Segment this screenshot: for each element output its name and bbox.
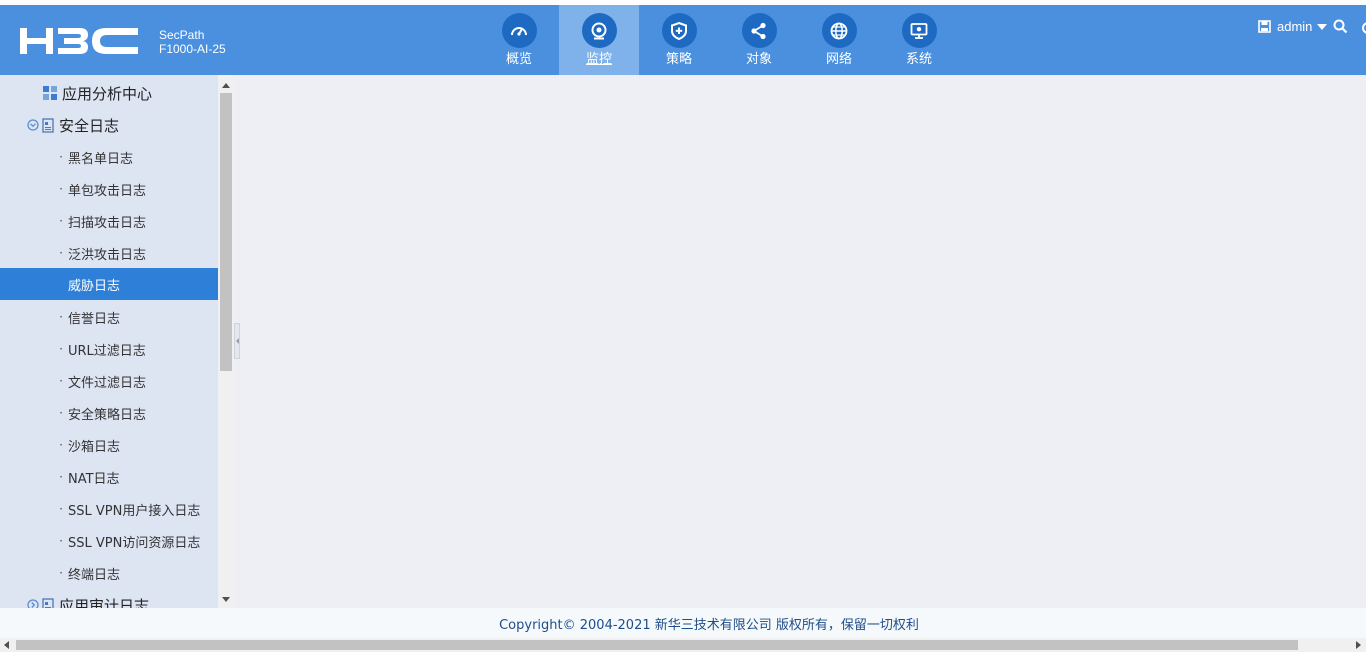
sidebar-item-file-filter-log[interactable]: · 文件过滤日志 bbox=[0, 365, 218, 397]
sidebar-item-single-packet-attack-log[interactable]: · 单包攻击日志 bbox=[0, 173, 218, 205]
bullet-dot: · bbox=[59, 214, 63, 228]
grid-tiles-icon bbox=[43, 86, 57, 100]
shield-plus-icon bbox=[661, 13, 697, 48]
sidebar-item-label: 单包攻击日志 bbox=[68, 183, 147, 199]
scroll-down-arrow-icon[interactable] bbox=[222, 597, 230, 602]
product-line2: F1000-AI-25 bbox=[159, 42, 226, 56]
sidebar-item-app-analysis[interactable]: 应用分析中心 bbox=[0, 77, 218, 109]
document-log-icon bbox=[42, 597, 54, 608]
bullet-dot: · bbox=[59, 470, 63, 484]
sidebar-item-scan-attack-log[interactable]: · 扫描攻击日志 bbox=[0, 205, 218, 237]
gear-icon[interactable] bbox=[1361, 21, 1366, 35]
footer: Copyright© 2004-2021 新华三技术有限公司 版权所有，保留一切… bbox=[0, 608, 1366, 638]
sidebar-item-sandbox-log[interactable]: · 沙箱日志 bbox=[0, 429, 218, 461]
nav-network[interactable]: 网络 bbox=[799, 5, 879, 75]
nav-network-label: 网络 bbox=[825, 52, 852, 67]
nav-system-label: 系统 bbox=[905, 52, 932, 67]
sidebar-scrollbar-thumb[interactable] bbox=[220, 93, 232, 371]
nav-policy-label: 策略 bbox=[665, 52, 692, 67]
bullet-dot: · bbox=[59, 438, 63, 452]
sidebar-item-security-policy-log[interactable]: · 安全策略日志 bbox=[0, 397, 218, 429]
sidebar-item-label: 安全策略日志 bbox=[68, 407, 147, 423]
sidebar-item-label: 扫描攻击日志 bbox=[68, 215, 147, 231]
nav-monitor-label: 监控 bbox=[585, 52, 612, 67]
chevron-left-icon bbox=[235, 338, 239, 344]
webcam-monitor-icon bbox=[581, 13, 617, 48]
sidebar-item-blacklist-log[interactable]: · 黑名单日志 bbox=[0, 141, 218, 173]
dashboard-gauge-icon bbox=[501, 13, 537, 48]
bullet-dot: · bbox=[59, 566, 63, 580]
bullet-dot: · bbox=[59, 310, 63, 324]
sidebar-item-label: 终端日志 bbox=[68, 567, 121, 583]
sidebar-item-label: 文件过滤日志 bbox=[68, 375, 147, 391]
sidebar-item-app-audit-log[interactable]: 应用审计日志 bbox=[0, 589, 218, 608]
sidebar-item-nat-log[interactable]: · NAT日志 bbox=[0, 461, 218, 493]
product-line1: SecPath bbox=[159, 28, 205, 42]
sidebar-item-label: SSL VPN访问资源日志 bbox=[68, 535, 201, 551]
sidebar-item-label: 安全日志 bbox=[59, 116, 120, 135]
document-log-icon bbox=[42, 117, 54, 133]
collapse-circle-icon[interactable] bbox=[27, 119, 39, 131]
sidebar-item-reputation-log[interactable]: · 信誉日志 bbox=[0, 301, 218, 333]
sidebar-item-label: 沙箱日志 bbox=[68, 439, 121, 455]
main-content-area bbox=[240, 75, 1366, 608]
sidebar-item-label: 黑名单日志 bbox=[68, 151, 134, 167]
sidebar-item-label: 泛洪攻击日志 bbox=[68, 247, 147, 263]
save-icon[interactable] bbox=[1258, 20, 1271, 33]
sidebar-item-label: 信誉日志 bbox=[68, 311, 121, 327]
sidebar-item-label: 应用审计日志 bbox=[59, 596, 150, 609]
expand-circle-icon[interactable] bbox=[27, 599, 39, 608]
bullet-dot: · bbox=[59, 182, 63, 196]
bullet-dot: · bbox=[59, 150, 63, 164]
horizontal-scrollbar-thumb[interactable] bbox=[16, 640, 1298, 650]
bullet-dot: · bbox=[59, 246, 63, 260]
sidebar-item-threat-log[interactable]: 威胁日志 bbox=[0, 268, 218, 300]
main-nav: 概览 监控 策略 对象 网络 系统 bbox=[479, 5, 959, 75]
sidebar-item-label: NAT日志 bbox=[68, 471, 120, 487]
sidebar-item-url-filter-log[interactable]: · URL过滤日志 bbox=[0, 333, 218, 365]
nav-objects-label: 对象 bbox=[745, 52, 772, 67]
nav-monitor[interactable]: 监控 bbox=[559, 5, 639, 75]
sidebar-scrollbar[interactable] bbox=[218, 75, 234, 608]
scroll-right-arrow-icon[interactable] bbox=[1356, 641, 1361, 649]
user-name[interactable]: admin bbox=[1277, 19, 1312, 34]
bullet-dot: · bbox=[59, 502, 63, 516]
nav-overview[interactable]: 概览 bbox=[479, 5, 559, 75]
sidebar-item-label: 应用分析中心 bbox=[62, 84, 153, 103]
user-area: admin bbox=[1258, 19, 1348, 34]
copyright-text: Copyright© 2004-2021 新华三技术有限公司 版权所有，保留一切… bbox=[499, 617, 919, 633]
search-icon[interactable] bbox=[1333, 19, 1348, 34]
bullet-dot: · bbox=[59, 342, 63, 356]
computer-screen-icon bbox=[901, 13, 937, 48]
sidebar-item-terminal-log[interactable]: · 终端日志 bbox=[0, 557, 218, 589]
sidebar-item-label: 威胁日志 bbox=[68, 278, 121, 294]
sidebar-item-flood-attack-log[interactable]: · 泛洪攻击日志 bbox=[0, 237, 218, 269]
sidebar-item-sslvpn-resource-log[interactable]: · SSL VPN访问资源日志 bbox=[0, 525, 218, 557]
globe-icon bbox=[821, 13, 857, 48]
nav-policy[interactable]: 策略 bbox=[639, 5, 719, 75]
bullet-dot: · bbox=[59, 406, 63, 420]
nav-overview-label: 概览 bbox=[505, 52, 532, 67]
scroll-left-arrow-icon[interactable] bbox=[4, 641, 9, 649]
sidebar-item-sslvpn-access-log[interactable]: · SSL VPN用户接入日志 bbox=[0, 493, 218, 525]
sidebar-item-security-log[interactable]: 安全日志 bbox=[0, 109, 218, 141]
scroll-up-arrow-icon[interactable] bbox=[222, 83, 230, 88]
bullet-dot: · bbox=[59, 374, 63, 388]
product-name: SecPath F1000-AI-25 bbox=[159, 28, 226, 56]
top-header: SecPath F1000-AI-25 概览 监控 策略 对象 网络 系统 ad… bbox=[0, 5, 1366, 75]
chevron-down-icon[interactable] bbox=[1317, 23, 1328, 30]
bullet-dot: · bbox=[59, 534, 63, 548]
sidebar-menu: 应用分析中心 安全日志 · 黑名单日志 · 单包攻击日志 · 扫描攻击日志 · … bbox=[0, 75, 218, 608]
sidebar-item-label: URL过滤日志 bbox=[68, 343, 146, 359]
page-horizontal-scrollbar[interactable] bbox=[0, 638, 1366, 652]
sidebar-item-label: SSL VPN用户接入日志 bbox=[68, 503, 201, 519]
nav-objects[interactable]: 对象 bbox=[719, 5, 799, 75]
h3c-logo bbox=[20, 28, 138, 54]
nav-system[interactable]: 系统 bbox=[879, 5, 959, 75]
share-nodes-icon bbox=[741, 13, 777, 48]
